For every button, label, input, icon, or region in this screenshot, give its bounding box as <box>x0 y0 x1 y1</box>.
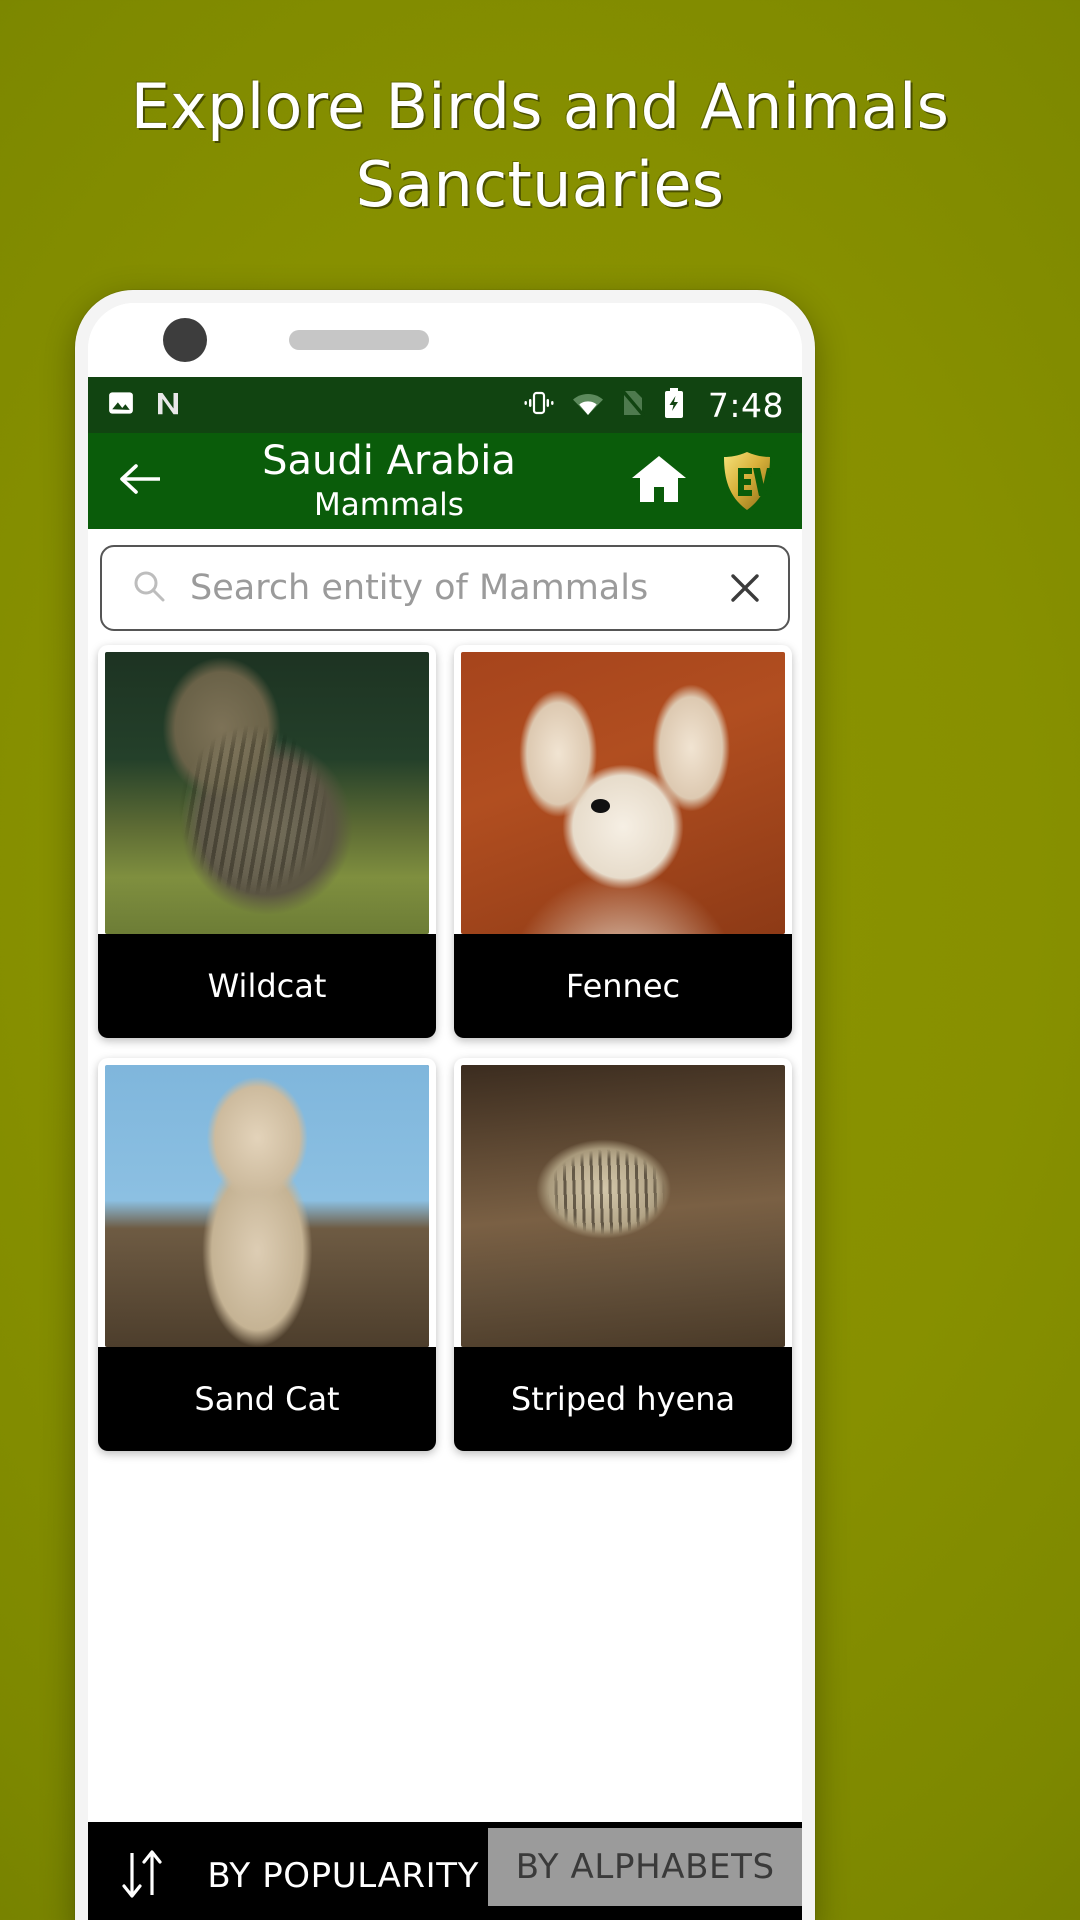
promo-line-1: Explore Birds and Animals <box>130 70 950 143</box>
sort-bar: BY POPULARITY BY ALPHABETS <box>88 1822 802 1920</box>
search-bar[interactable]: Search entity of Mammals <box>100 545 790 631</box>
sort-by-alphabets-tab[interactable]: BY ALPHABETS <box>488 1828 802 1906</box>
status-bar-right: 7:48 <box>522 386 784 425</box>
ev-logo[interactable] <box>714 448 780 514</box>
search-input[interactable]: Search entity of Mammals <box>190 568 724 608</box>
page-title: Saudi Arabia <box>262 438 516 484</box>
entity-name: Sand Cat <box>98 1347 436 1451</box>
vibrate-icon <box>522 388 556 423</box>
close-icon <box>731 574 759 602</box>
page-subtitle: Mammals <box>314 487 464 523</box>
entity-photo <box>105 1065 429 1347</box>
phone-mockup: 7:48 Saudi Arabia Mammals Search entity … <box>75 290 815 1920</box>
entity-card[interactable]: Fennec <box>454 645 792 1038</box>
phone-screen: 7:48 Saudi Arabia Mammals Search entity … <box>88 303 802 1920</box>
no-sim-icon <box>620 388 646 423</box>
status-bar-clock: 7:48 <box>707 385 784 425</box>
promo-headline: Explore Birds and Animals Sanctuaries <box>0 68 1080 224</box>
earpiece-speaker <box>289 330 429 350</box>
entity-photo <box>461 652 785 934</box>
entity-name: Fennec <box>454 934 792 1038</box>
search-section: Search entity of Mammals <box>88 529 802 631</box>
wifi-icon <box>572 390 604 421</box>
status-bar: 7:48 <box>88 377 802 433</box>
entity-card[interactable]: Wildcat <box>98 645 436 1038</box>
image-icon <box>106 388 136 423</box>
app-bar: Saudi Arabia Mammals <box>88 433 802 529</box>
entity-photo <box>461 1065 785 1347</box>
clear-search-button[interactable] <box>724 567 766 609</box>
phone-top-bezel <box>88 303 802 377</box>
entity-name: Striped hyena <box>454 1347 792 1451</box>
entity-grid: Wildcat Fennec Sand Cat Striped hyena <box>88 631 802 1451</box>
entity-name: Wildcat <box>98 934 436 1038</box>
entity-photo <box>105 652 429 934</box>
front-camera-icon <box>163 318 207 362</box>
android-nougat-icon <box>152 388 184 423</box>
home-icon <box>628 451 690 512</box>
sort-button[interactable] <box>88 1822 198 1920</box>
promo-line-2: Sanctuaries <box>355 148 725 221</box>
battery-charging-icon <box>662 387 686 424</box>
entity-card[interactable]: Sand Cat <box>98 1058 436 1451</box>
app-bar-titles: Saudi Arabia Mammals <box>156 438 622 524</box>
status-bar-left <box>106 388 184 423</box>
entity-card[interactable]: Striped hyena <box>454 1058 792 1451</box>
search-icon <box>130 567 168 610</box>
sort-by-popularity-tab[interactable]: BY POPULARITY <box>198 1822 488 1920</box>
sort-arrows-icon <box>116 1845 170 1908</box>
home-button[interactable] <box>622 444 696 518</box>
